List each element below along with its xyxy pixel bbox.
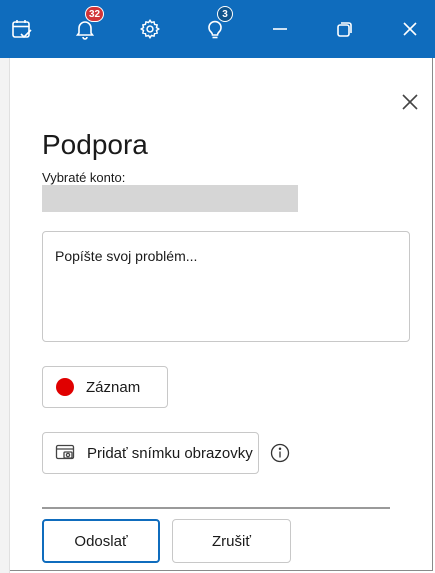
minimize-button[interactable] (251, 0, 309, 58)
info-icon[interactable] (270, 443, 290, 463)
restore-button[interactable] (316, 0, 374, 58)
record-button-label: Záznam (86, 378, 141, 396)
record-dot-icon (56, 378, 74, 396)
close-window-button[interactable] (381, 0, 435, 58)
notifications-button[interactable]: 32 (56, 0, 114, 58)
record-button[interactable]: Záznam (42, 366, 168, 408)
left-edge-strip (0, 58, 10, 573)
account-value-redacted (42, 185, 298, 212)
settings-button[interactable] (121, 0, 179, 58)
calendar-check-icon (12, 20, 32, 39)
close-panel-button[interactable] (396, 88, 424, 116)
close-icon (402, 94, 418, 110)
account-label: Vybraté konto: (42, 170, 126, 185)
notifications-badge: 32 (85, 6, 105, 22)
minimize-icon (273, 28, 287, 30)
problem-description-input[interactable]: Popíšte svoj problém... (42, 231, 410, 342)
panel-title: Podpora (42, 129, 148, 160)
add-screenshot-label: Pridať snímku obrazovky (87, 444, 253, 462)
tips-button[interactable]: 3 (186, 0, 244, 58)
gear-icon (139, 18, 161, 40)
cancel-button[interactable]: Zrušiť (172, 519, 291, 563)
restore-icon (337, 22, 352, 37)
tips-badge: 3 (217, 6, 233, 22)
divider (42, 507, 390, 509)
send-button[interactable]: Odoslať (42, 519, 160, 563)
tasks-button[interactable] (0, 0, 51, 58)
title-bar: 32 3 (0, 0, 435, 58)
screenshot-icon (55, 444, 75, 462)
close-icon (403, 22, 417, 36)
add-screenshot-button[interactable]: Pridať snímku obrazovky (42, 432, 259, 474)
